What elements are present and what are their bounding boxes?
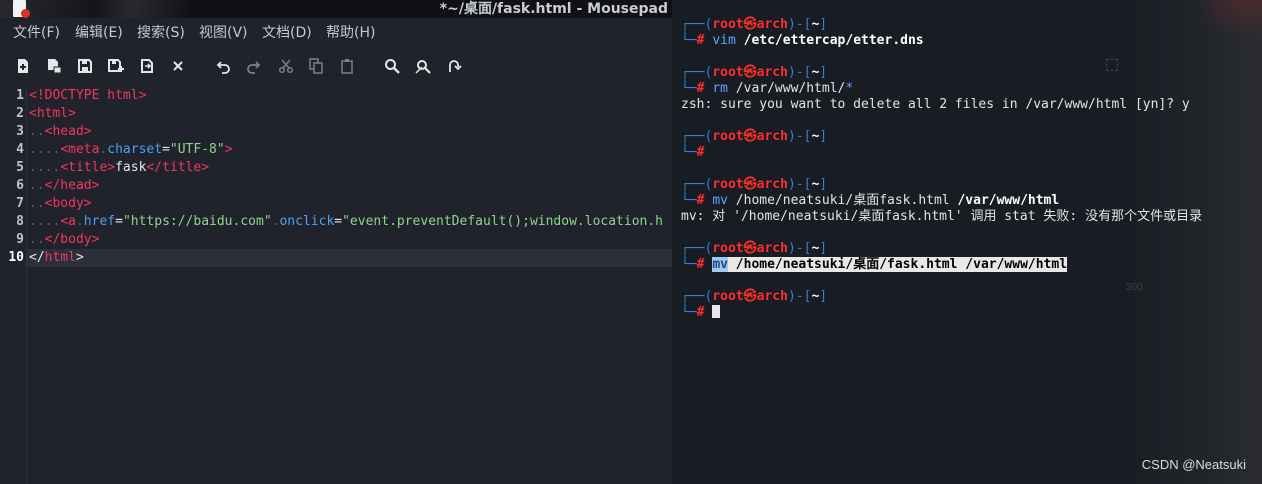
- line-number: 3: [16, 124, 24, 139]
- menu-document[interactable]: 文档(D): [262, 22, 312, 44]
- menu-edit[interactable]: 编辑(E): [75, 22, 123, 44]
- line-number: 1: [16, 88, 24, 103]
- copy-icon[interactable]: [305, 54, 327, 78]
- menu-file[interactable]: 文件(F): [13, 22, 60, 44]
- code-line-2: <html>: [29, 106, 76, 121]
- line-number: 5: [16, 160, 24, 175]
- line-number-gutter: 1 2 3 4 5 6 7 8 9 10: [0, 86, 26, 484]
- prompt-line: ┌──(root㉿arch)-[~]: [681, 241, 828, 256]
- title-bar-decoration: [0, 0, 240, 18]
- code-line-9: ..</body>: [29, 232, 100, 247]
- code-line-6: ..</head>: [29, 178, 100, 193]
- command-output: zsh: sure you want to delete all 2 files…: [681, 97, 1190, 112]
- line-number: 2: [16, 106, 24, 121]
- line-number: 4: [16, 142, 24, 157]
- menu-bar: 文件(F) 编辑(E) 搜索(S) 视图(V) 文档(D) 帮助(H): [0, 22, 672, 44]
- menu-view[interactable]: 视图(V): [199, 22, 248, 44]
- menu-help[interactable]: 帮助(H): [326, 22, 375, 44]
- code-line-4: ....<meta.charset="UTF-8">: [29, 142, 233, 157]
- line-number-active: 10: [8, 250, 24, 265]
- prompt-line: ┌──(root㉿arch)-[~]: [681, 177, 828, 192]
- command-line: └─# vim /etc/ettercap/etter.dns: [681, 33, 924, 48]
- current-line-highlight: [27, 249, 672, 267]
- line-number: 8: [16, 214, 24, 229]
- text-cursor: [712, 305, 721, 318]
- toolbar: [0, 54, 672, 78]
- close-icon[interactable]: [167, 54, 189, 78]
- code-editor[interactable]: 1 2 3 4 5 6 7 8 9 10 <!DOCTYPE html> <ht…: [0, 86, 672, 484]
- line-number: 6: [16, 178, 24, 193]
- line-number: 7: [16, 196, 24, 211]
- menu-search[interactable]: 搜索(S): [137, 22, 185, 44]
- command-line-active[interactable]: └─#: [681, 305, 721, 321]
- new-file-icon[interactable]: [12, 54, 34, 78]
- command-line: └─#: [681, 145, 705, 160]
- terminal-background-art: [1134, 0, 1262, 484]
- prompt-line: ┌──(root㉿arch)-[~]: [681, 65, 828, 80]
- find-icon[interactable]: [381, 54, 403, 78]
- mousepad-app-icon: [13, 0, 30, 18]
- command-output: mv: 对 '/home/neatsuki/桌面fask.html' 调用 st…: [681, 209, 1203, 224]
- command-line: └─# rm /var/www/html/*: [681, 81, 854, 96]
- window-title: *~/桌面/fask.html - Mousepad: [439, 1, 668, 17]
- save-as-icon[interactable]: [105, 54, 127, 78]
- prompt-line: ┌──(root㉿arch)-[~]: [681, 17, 828, 32]
- undo-icon[interactable]: [213, 54, 235, 78]
- code-line-10: </html>: [29, 250, 84, 265]
- line-number: 9: [16, 232, 24, 247]
- gutter-separator: [26, 86, 27, 484]
- code-line-8: ....<a.href="https://baidu.com".onclick=…: [29, 214, 664, 229]
- cut-icon[interactable]: [275, 54, 297, 78]
- resize-icon: [1106, 59, 1118, 71]
- new-window-icon[interactable]: [43, 54, 65, 78]
- redo-icon[interactable]: [242, 54, 264, 78]
- code-line-3: ..<head>: [29, 124, 92, 139]
- find-replace-icon[interactable]: [412, 54, 434, 78]
- terminal-window[interactable]: 300 ┌──(root㉿arch)-[~] └─# vim /etc/ette…: [672, 0, 1262, 484]
- reload-icon[interactable]: [136, 54, 158, 78]
- mousepad-window: *~/桌面/fask.html - Mousepad 文件(F) 编辑(E) 搜…: [0, 0, 672, 484]
- code-line-7: ..<body>: [29, 196, 92, 211]
- csdn-watermark: CSDN @Neatsuki: [1141, 457, 1246, 472]
- title-bar: *~/桌面/fask.html - Mousepad: [0, 0, 672, 18]
- goto-icon[interactable]: [443, 54, 465, 78]
- prompt-line: ┌──(root㉿arch)-[~]: [681, 129, 828, 144]
- command-line: └─# mv /home/neatsuki/桌面fask.html /var/w…: [681, 193, 1060, 208]
- background-faint-text: 300: [1126, 282, 1143, 293]
- code-line-1: <!DOCTYPE html>: [29, 88, 147, 103]
- code-line-5: ....<title>fask</title>: [29, 160, 210, 175]
- paste-icon[interactable]: [336, 54, 358, 78]
- command-line-selected: └─# mv /home/neatsuki/桌面/fask.html /var/…: [681, 257, 1068, 272]
- save-icon[interactable]: [74, 54, 96, 78]
- prompt-line: ┌──(root㉿arch)-[~]: [681, 289, 828, 304]
